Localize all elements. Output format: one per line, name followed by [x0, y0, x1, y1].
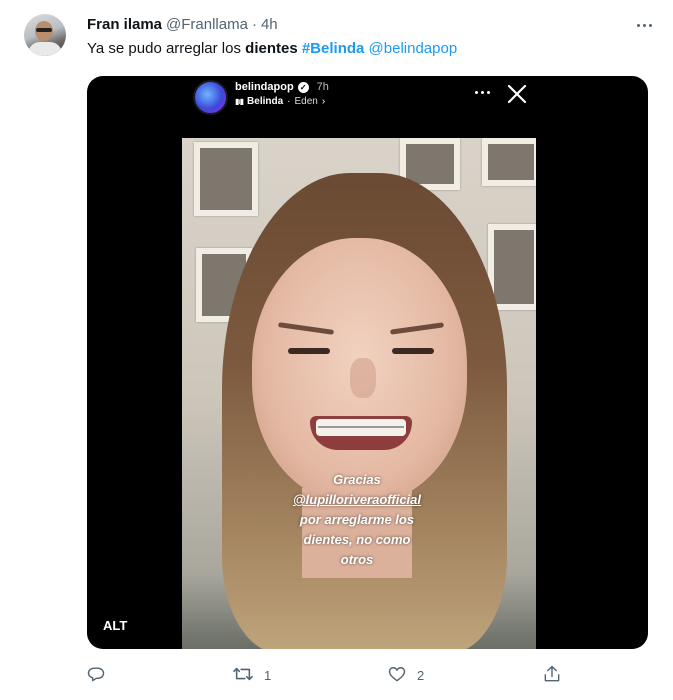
tweet-text-prefix: Ya se pudo arreglar los — [87, 40, 246, 57]
retweet-icon — [232, 664, 254, 687]
like-button[interactable]: 2 — [387, 662, 424, 688]
avatar-glasses — [36, 28, 52, 32]
story-username: belindapop — [235, 81, 294, 93]
story-user: belindapop ✓ 7h — [235, 81, 329, 93]
face — [252, 238, 467, 503]
chevron-right-icon: › — [321, 96, 326, 107]
retweet-button[interactable]: 1 — [232, 662, 271, 688]
author-name[interactable]: Fran ilama — [87, 16, 162, 33]
nose — [350, 358, 376, 398]
caption-line: por arreglarme los — [299, 512, 415, 527]
story-photo — [182, 138, 536, 649]
story-avatar — [193, 80, 228, 115]
close-icon — [505, 82, 529, 106]
caption-line: Gracias — [333, 472, 381, 487]
reply-icon — [86, 664, 106, 687]
right-eye — [392, 348, 434, 354]
verified-icon: ✓ — [297, 81, 309, 93]
music-separator: · — [287, 96, 291, 107]
music-artist: Belinda — [247, 96, 284, 107]
tweet-text: Ya se pudo arreglar los dientes #Belinda… — [87, 38, 457, 60]
more-options-icon[interactable] — [632, 16, 656, 34]
music-icon: ▮ı▮ — [235, 97, 244, 106]
smile — [310, 416, 412, 450]
left-brow — [277, 322, 335, 335]
tweet-header: Fran ilama @Franllama · 4h — [87, 14, 278, 34]
mention-link[interactable]: @belindapop — [369, 40, 458, 57]
like-count: 2 — [417, 667, 425, 683]
tweet-media[interactable]: belindapop ✓ 7h ▮ı▮ Belinda · Eden › Gra… — [87, 76, 648, 649]
story-caption: Gracias @lupilloriveraofficial por arreg… — [272, 470, 442, 570]
story-more-icon — [470, 84, 494, 100]
caption-line: otros — [340, 552, 374, 567]
wall-frame — [488, 224, 536, 310]
right-brow — [389, 322, 445, 335]
author-handle[interactable]: @Franllama — [166, 16, 248, 33]
share-icon — [542, 664, 562, 687]
caption-mention: @lupilloriveraofficial — [292, 492, 422, 507]
wall-frame — [482, 138, 536, 186]
retweet-count: 1 — [264, 667, 272, 683]
author-avatar[interactable] — [24, 14, 66, 56]
share-button[interactable] — [542, 662, 562, 688]
header-separator: · — [251, 15, 257, 33]
avatar-body — [28, 42, 62, 56]
alt-badge[interactable]: ALT — [97, 616, 134, 635]
tweet-actions: 1 2 — [86, 662, 586, 688]
story-time: 7h — [316, 81, 329, 93]
left-eye — [288, 348, 330, 354]
heart-icon — [387, 664, 407, 687]
tweet-text-bold: dientes — [245, 40, 298, 57]
hashtag-link[interactable]: #Belinda — [302, 40, 365, 57]
wall-frame — [194, 142, 258, 216]
story-music: ▮ı▮ Belinda · Eden › — [235, 96, 325, 107]
caption-line: dientes, no como — [303, 532, 411, 547]
tweet-timestamp[interactable]: 4h — [261, 16, 278, 33]
music-song: Eden — [294, 96, 318, 107]
braces — [318, 426, 404, 428]
reply-button[interactable] — [86, 662, 116, 688]
